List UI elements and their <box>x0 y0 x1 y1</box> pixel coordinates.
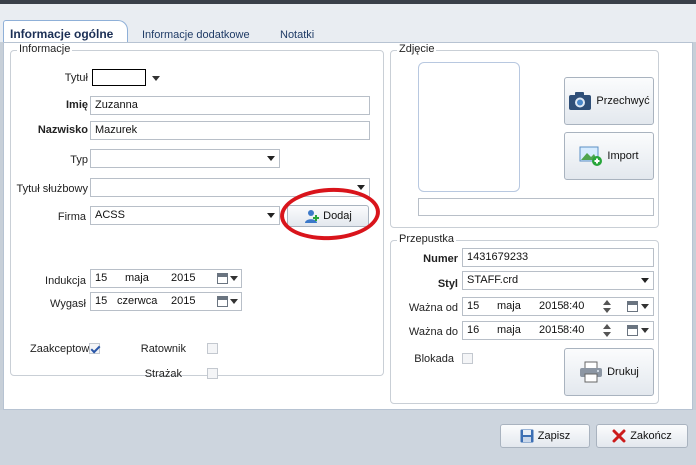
blokada-checkbox[interactable] <box>462 353 473 364</box>
zaakceptow-checkbox[interactable] <box>89 343 100 354</box>
tytul-label: Tytuł <box>64 72 88 84</box>
wazna-do-spinner[interactable] <box>601 322 613 339</box>
indukcja-date-picker[interactable]: 15 maja 2015 <box>90 269 242 288</box>
tytul-sluzbowy-dropdown-arrow[interactable] <box>357 185 365 190</box>
firma-value: ACSS <box>95 209 125 221</box>
drukuj-button[interactable]: Drukuj <box>564 348 654 396</box>
strazak-checkbox[interactable] <box>207 368 218 379</box>
indukcja-day: 15 <box>95 272 108 284</box>
wazna-do-month: maja <box>497 324 521 336</box>
typ-combo[interactable] <box>90 149 280 168</box>
save-button[interactable]: Zapisz <box>500 424 590 448</box>
close-label: Zakończ <box>630 430 672 442</box>
close-icon <box>612 429 626 443</box>
firma-combo[interactable]: ACSS <box>90 206 280 225</box>
typ-label: Typ <box>70 154 88 166</box>
styl-combo[interactable]: STAFF.crd <box>462 271 654 290</box>
chevron-down-icon[interactable] <box>230 299 238 304</box>
wygasl-month: czerwca <box>117 295 158 307</box>
ratownik-label: Ratownik <box>140 343 186 355</box>
firma-label: Firma <box>57 211 86 223</box>
styl-dropdown-arrow[interactable] <box>641 278 649 283</box>
indukcja-label: Indukcja <box>45 275 86 287</box>
wazna-do-year: 2015 <box>539 324 563 336</box>
wazna-do-day: 16 <box>467 324 480 336</box>
nazwisko-label: Nazwisko <box>37 124 88 136</box>
wazna-do-time: 8:40 <box>563 324 585 336</box>
typ-dropdown-arrow[interactable] <box>267 156 275 161</box>
firma-dropdown-arrow[interactable] <box>267 213 275 218</box>
import-label: Import <box>607 150 639 162</box>
ratownik-checkbox[interactable] <box>207 343 218 354</box>
drukuj-label: Drukuj <box>607 366 639 378</box>
wazna-od-time: 8:40 <box>563 300 585 312</box>
footer-bar: Zapisz Zakończ <box>0 410 696 465</box>
wazna-od-month: maja <box>497 300 521 312</box>
numer-field[interactable]: 1431679233 <box>462 248 654 267</box>
printer-icon <box>580 361 603 383</box>
calendar-icon[interactable] <box>217 273 228 284</box>
close-button[interactable]: Zakończ <box>596 424 688 448</box>
chevron-down-icon[interactable] <box>230 276 238 281</box>
save-label: Zapisz <box>537 430 571 442</box>
tytul-dropdown-arrow[interactable] <box>152 76 160 81</box>
wazna-od-year: 2015 <box>539 300 563 312</box>
capture-button[interactable]: Przechwyć <box>564 77 654 125</box>
imie-field[interactable]: Zuzanna <box>90 96 370 115</box>
styl-label: Styl <box>437 278 458 290</box>
chevron-down-icon[interactable] <box>641 304 649 309</box>
calendar-icon[interactable] <box>627 325 638 336</box>
styl-value: STAFF.crd <box>467 274 519 286</box>
numer-label: Numer <box>423 253 458 265</box>
camera-icon <box>569 92 592 110</box>
wazna-do-datetime-picker[interactable]: 16 maja 2015 8:40 <box>462 321 654 340</box>
pass-group-title: Przepustka <box>397 233 457 245</box>
wygasl-date-picker[interactable]: 15 czerwca 2015 <box>90 292 242 311</box>
info-group-title: Informacje <box>17 43 73 55</box>
indukcja-month: maja <box>125 272 149 284</box>
wazna-od-datetime-picker[interactable]: 15 maja 2015 8:40 <box>462 297 654 316</box>
strazak-label: Strażak <box>144 368 182 380</box>
capture-label: Przechwyć <box>596 95 650 107</box>
save-icon <box>520 429 534 443</box>
photo-preview <box>418 62 520 192</box>
calendar-icon[interactable] <box>627 301 638 312</box>
imie-label: Imię <box>65 99 88 111</box>
wazna-od-spinner[interactable] <box>601 298 613 315</box>
wazna-od-label: Ważna od <box>408 302 458 314</box>
calendar-icon[interactable] <box>217 296 228 307</box>
photo-group-title: Zdjęcie <box>397 43 437 55</box>
tab-strip: Informacje ogólne Informacje dodatkowe N… <box>0 4 696 47</box>
wygasl-day: 15 <box>95 295 108 307</box>
wazna-od-day: 15 <box>467 300 480 312</box>
tytul-field[interactable] <box>92 69 146 86</box>
wygasl-year: 2015 <box>171 295 196 307</box>
nazwisko-field[interactable]: Mazurek <box>90 121 370 140</box>
zaakceptow-label: Zaakceptow <box>30 343 90 355</box>
image-import-icon <box>579 146 603 166</box>
tytul-sluzbowy-label: Tytuł służbowy <box>16 183 88 195</box>
import-button[interactable]: Import <box>564 132 654 180</box>
indukcja-year: 2015 <box>171 272 196 284</box>
wazna-do-label: Ważna do <box>408 326 458 338</box>
blokada-label: Blokada <box>414 353 454 365</box>
chevron-down-icon[interactable] <box>641 328 649 333</box>
photo-caption-field[interactable] <box>418 198 654 216</box>
wygasl-label: Wygasł <box>50 298 86 310</box>
